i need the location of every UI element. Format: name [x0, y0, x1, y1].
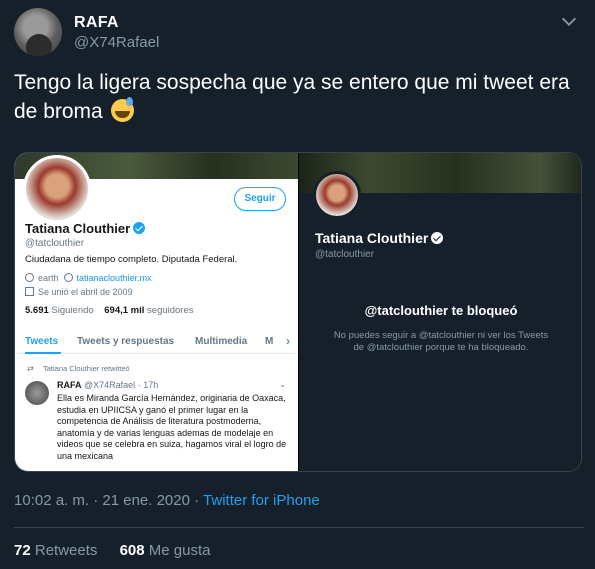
- retweets-label: Retweets: [34, 542, 98, 559]
- profile-tabs: Tweets Tweets y respuestas Multimedia M …: [15, 328, 298, 354]
- chevron-down-icon[interactable]: [558, 10, 580, 32]
- profile-bio: Ciudadana de tiempo completo. Diputada F…: [25, 254, 238, 265]
- location-icon: [25, 273, 34, 282]
- tweet-meta: 10:02 a. m. · 21 ene. 2020 · Twitter for…: [14, 492, 320, 509]
- profile-name: Tatiana Clouthier: [315, 230, 444, 246]
- author-handle[interactable]: @X74Rafael: [74, 34, 159, 51]
- retweet-label: Tatiana Clouthier retwitteó: [43, 364, 130, 373]
- profile-location: earth tatianaclouthier.mx: [25, 273, 152, 283]
- retweet-icon: ⇄: [27, 364, 34, 373]
- tab-tweets: Tweets: [25, 336, 59, 347]
- author-avatar[interactable]: [14, 8, 62, 56]
- profile-joined: Se unió el abril de 2009: [25, 287, 133, 297]
- profile-picture: [313, 171, 361, 219]
- retweets-count: 72: [14, 542, 31, 559]
- likes-label: Me gusta: [148, 542, 211, 559]
- profile-picture: [23, 155, 91, 223]
- sweat-smile-emoji-icon: [110, 97, 134, 122]
- blocked-title: @tatclouthier te bloqueó: [364, 303, 518, 318]
- inner-tweet-text: Ella es Miranda García Hernández, origin…: [57, 393, 287, 461]
- tweet-text: Tengo la ligera sospecha que ya se enter…: [14, 68, 584, 126]
- profile-name: Tatiana Clouthier: [25, 221, 146, 236]
- following-label: Siguiendo: [51, 305, 94, 316]
- retweets-stat[interactable]: 72 Retweets: [14, 542, 97, 559]
- location-text: earth: [38, 273, 59, 283]
- link-icon: [63, 273, 73, 282]
- calendar-icon: [25, 287, 34, 296]
- author-name[interactable]: RAFA: [74, 14, 119, 32]
- joined-text: Se unió el abril de 2009: [38, 287, 133, 297]
- tab-media: Multimedia: [195, 336, 248, 347]
- profile-handle: @tatclouthier: [315, 249, 375, 260]
- profile-handle: @tatclouthier: [25, 238, 85, 249]
- profile-screenshot: Seguir Tatiana Clouthier @tatclouthier C…: [15, 153, 298, 471]
- inner-tweet-handle: @X74Rafael: [84, 380, 136, 390]
- inner-tweet-name: RAFA: [57, 380, 82, 390]
- profile-name-text: Tatiana Clouthier: [25, 221, 131, 236]
- tweet-header: RAFA @X74Rafael: [14, 8, 584, 58]
- verified-badge-icon: [431, 232, 444, 244]
- blocked-profile-screenshot: Tatiana Clouthier @tatclouthier @tatclou…: [299, 153, 581, 471]
- chevron-down-icon: ⌄: [279, 380, 286, 389]
- profile-website: tatianaclouthier.mx: [76, 273, 152, 283]
- tweet-media[interactable]: Seguir Tatiana Clouthier @tatclouthier C…: [14, 152, 582, 472]
- following-count: 5.691: [25, 305, 49, 316]
- inner-tweet-header: RAFA @X74Rafael · 17h: [57, 380, 158, 390]
- likes-count: 608: [119, 542, 145, 559]
- tweet-source[interactable]: Twitter for iPhone: [203, 492, 320, 509]
- tweet-stats: 72 Retweets 608 Me gusta: [14, 542, 228, 559]
- profile-name-text: Tatiana Clouthier: [315, 230, 429, 246]
- verified-badge-icon: [133, 222, 146, 234]
- inner-tweet-time: · 17h: [137, 380, 159, 390]
- tab-tweets-replies: Tweets y respuestas: [77, 336, 175, 347]
- divider: [14, 527, 584, 528]
- likes-stat[interactable]: 608 Me gusta: [120, 542, 211, 559]
- blocked-message: No puedes seguir a @tatclouthier ni ver …: [333, 330, 549, 353]
- active-tab-indicator: [25, 352, 61, 354]
- followers-label: seguidores: [147, 305, 194, 316]
- chevron-right-icon: ›: [286, 334, 290, 348]
- inner-tweet-avatar: [25, 381, 49, 405]
- tweet-text-content: Tengo la ligera sospecha que ya se enter…: [14, 71, 570, 123]
- tab-more: M: [265, 336, 274, 347]
- follow-button: Seguir: [234, 187, 286, 211]
- followers-count: 694,1 mil: [104, 305, 145, 316]
- tweet-timestamp[interactable]: 10:02 a. m. · 21 ene. 2020 ·: [14, 492, 203, 509]
- profile-counts: 5.691 Siguiendo 694,1 mil seguidores: [25, 305, 194, 316]
